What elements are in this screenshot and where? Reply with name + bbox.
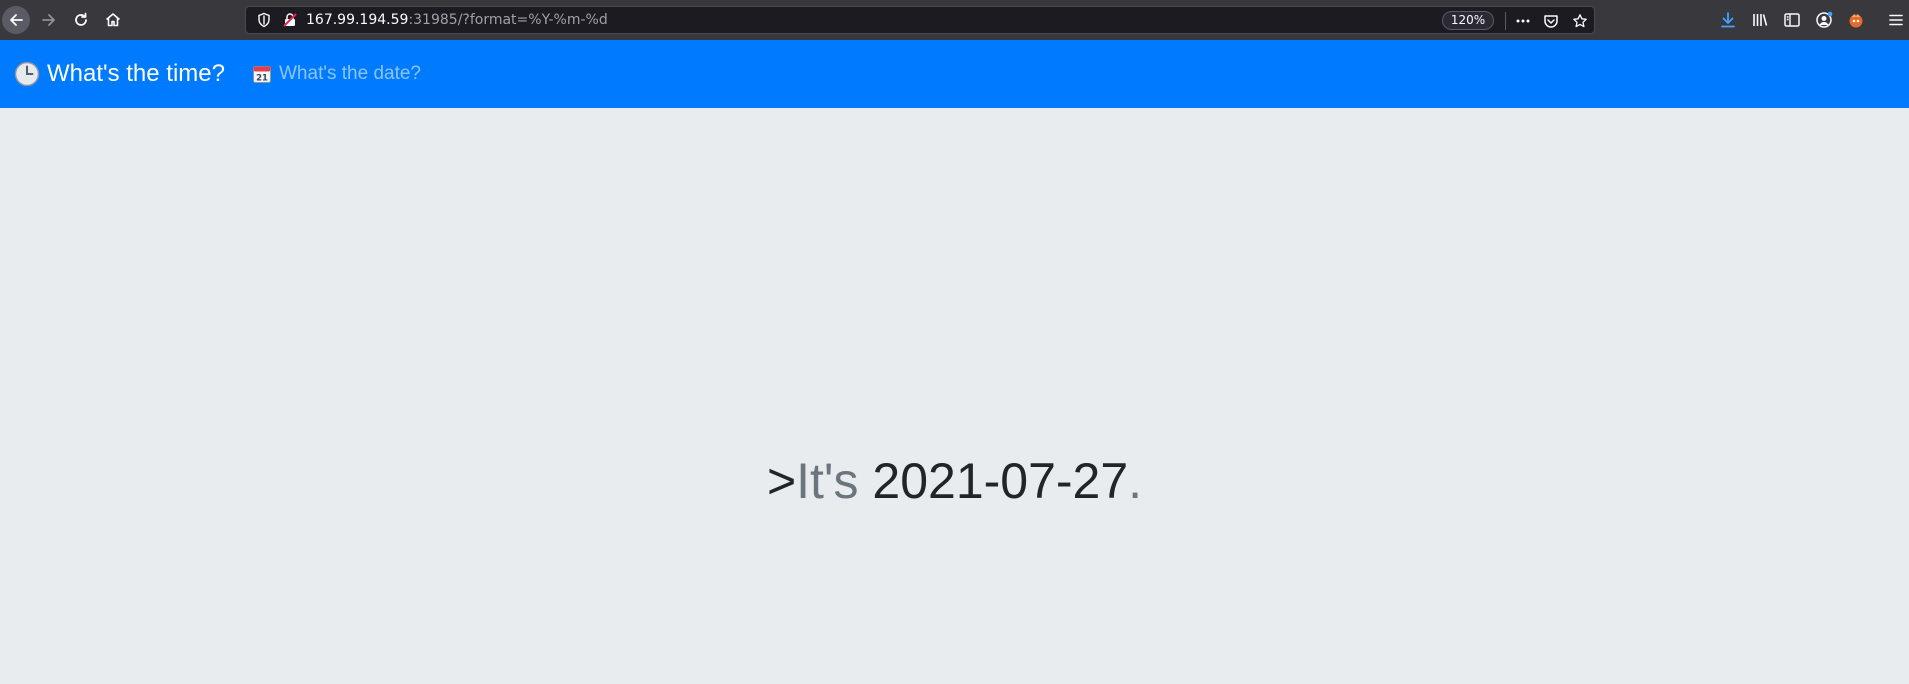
account-icon [1816,11,1833,28]
clock-icon [14,61,40,87]
insecure-lock-icon[interactable] [282,12,298,28]
pocket-button[interactable] [1542,12,1560,30]
library-button[interactable] [1750,10,1770,30]
reload-icon [75,12,87,26]
shield-icon[interactable] [256,12,272,28]
home-icon [105,13,121,27]
url-text[interactable]: 167.99.194.59:31985/?format=%Y-%m-%d [306,12,608,29]
arrow-left-icon [10,14,23,26]
extension-button[interactable] [1846,10,1866,30]
extension-icon [1849,14,1863,28]
pocket-icon [1544,15,1558,28]
url-host: 167.99.194.59 [306,12,409,28]
url-bar[interactable]: 167.99.194.59:31985/?format=%Y-%m-%d 120… [245,6,1595,34]
back-button[interactable] [2,6,30,34]
hamburger-menu-icon [1889,14,1903,26]
reload-button[interactable] [67,6,95,34]
nav-link-date[interactable]: 21 What's the date? [252,63,421,85]
calendar-day-number: 21 [256,74,268,84]
url-path: :31985/?format=%Y-%m-%d [408,12,608,28]
account-button[interactable] [1814,10,1834,30]
calendar-icon: 21 [253,66,271,84]
navbar-brand-label: What's the time? [47,60,225,87]
page-actions-button[interactable] [1514,12,1532,30]
browser-toolbar: 167.99.194.59:31985/?format=%Y-%m-%d 120… [0,0,1909,40]
downloads-button[interactable] [1718,10,1738,30]
result-prefix: > [766,453,797,509]
arrow-right-icon [42,14,55,26]
home-button[interactable] [99,6,127,34]
sidebar-icon [1784,13,1800,27]
library-icon [1753,14,1768,26]
result-suffix: . [1128,453,1143,509]
main-content: >It's 2021-07-27. [0,108,1909,684]
navbar-brand-link[interactable]: What's the time? [14,60,225,88]
time-result-heading: >It's 2021-07-27. [0,453,1909,509]
url-separator [1505,12,1506,30]
zoom-level-badge[interactable]: 120% [1442,11,1494,30]
result-date-value: 2021-07-27 [872,453,1129,509]
result-lead-text: It's [796,453,859,509]
forward-button[interactable] [35,6,63,34]
download-icon [1721,12,1735,28]
star-icon [1573,14,1587,28]
app-menu-button[interactable] [1886,10,1906,30]
site-navbar: What's the time? 21 What's the date? [0,40,1909,108]
bookmark-button[interactable] [1571,12,1589,30]
sidebar-button[interactable] [1782,10,1802,30]
nav-link-date-label: What's the date? [279,63,421,84]
more-icon [1516,19,1530,23]
